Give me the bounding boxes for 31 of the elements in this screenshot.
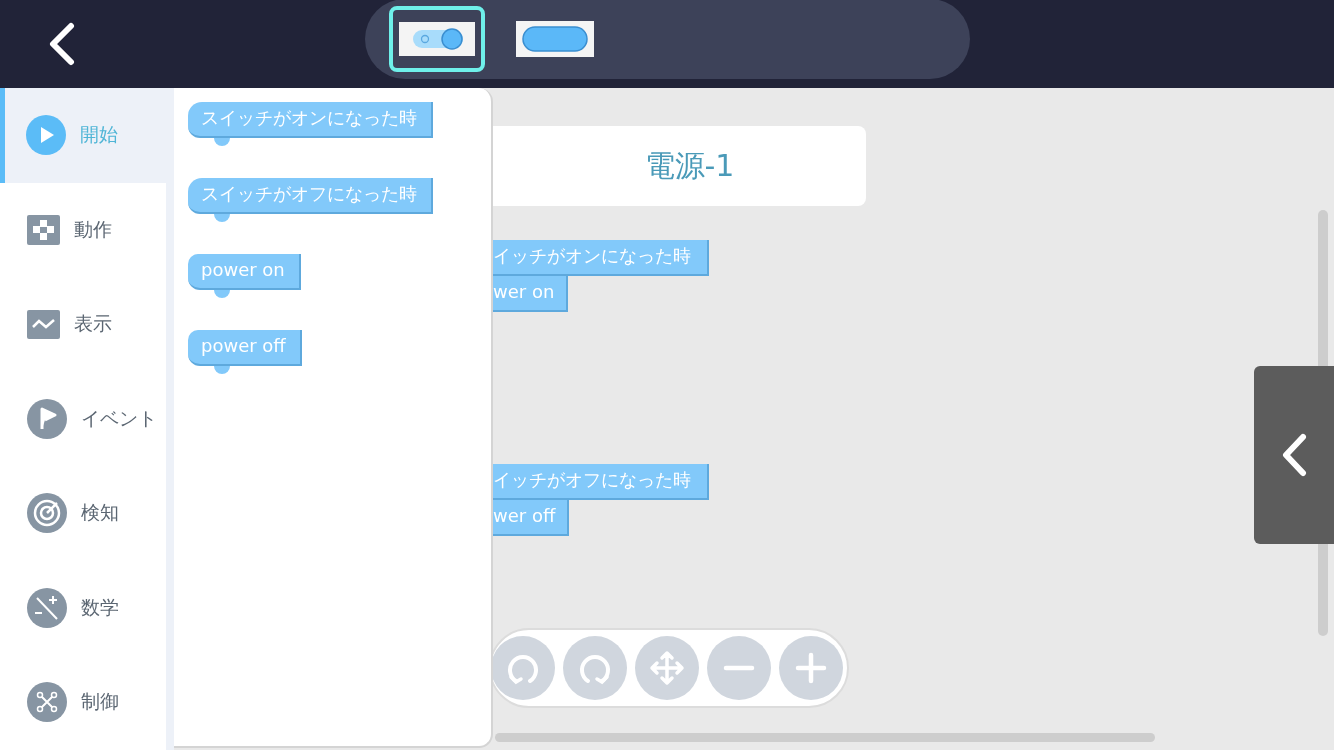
undo-button[interactable] — [493, 636, 555, 700]
back-chevron-icon — [47, 22, 77, 66]
play-icon — [26, 115, 66, 156]
code-block[interactable]: イッチがオフになった時 — [493, 464, 709, 500]
branch-icon — [27, 682, 67, 723]
code-block[interactable]: wer off — [493, 500, 570, 536]
sprite-title: 電源-1 — [493, 126, 866, 206]
chevron-left-icon — [1281, 433, 1307, 477]
code-block[interactable]: イッチがオンになった時 — [493, 240, 709, 276]
category-item[interactable]: イベント — [0, 371, 166, 466]
line-chart-icon — [27, 309, 60, 339]
category-item[interactable]: 表示 — [0, 277, 166, 372]
code-block[interactable]: wer on — [493, 276, 569, 312]
category-item[interactable]: 制御 — [0, 655, 166, 750]
radar-icon — [27, 493, 67, 534]
category-item[interactable]: 検知 — [0, 466, 166, 561]
horizontal-scrollbar[interactable] — [495, 733, 1155, 742]
category-item[interactable]: 開始 — [0, 88, 166, 183]
move-arrows-icon — [649, 650, 685, 686]
minus-icon — [723, 665, 755, 671]
category-item[interactable]: 動作 — [0, 182, 166, 277]
plus-icon — [795, 652, 827, 684]
toggle-switch-icon — [399, 22, 475, 56]
zoom-in-button[interactable] — [779, 636, 843, 700]
side-panel-toggle[interactable] — [1254, 366, 1334, 544]
dpad-icon — [27, 214, 60, 245]
flag-icon — [27, 398, 67, 439]
plus-minus-icon — [27, 587, 67, 628]
device-tab[interactable] — [389, 6, 485, 72]
category-item[interactable]: 数学 — [0, 560, 166, 655]
push-button-icon — [516, 21, 594, 57]
